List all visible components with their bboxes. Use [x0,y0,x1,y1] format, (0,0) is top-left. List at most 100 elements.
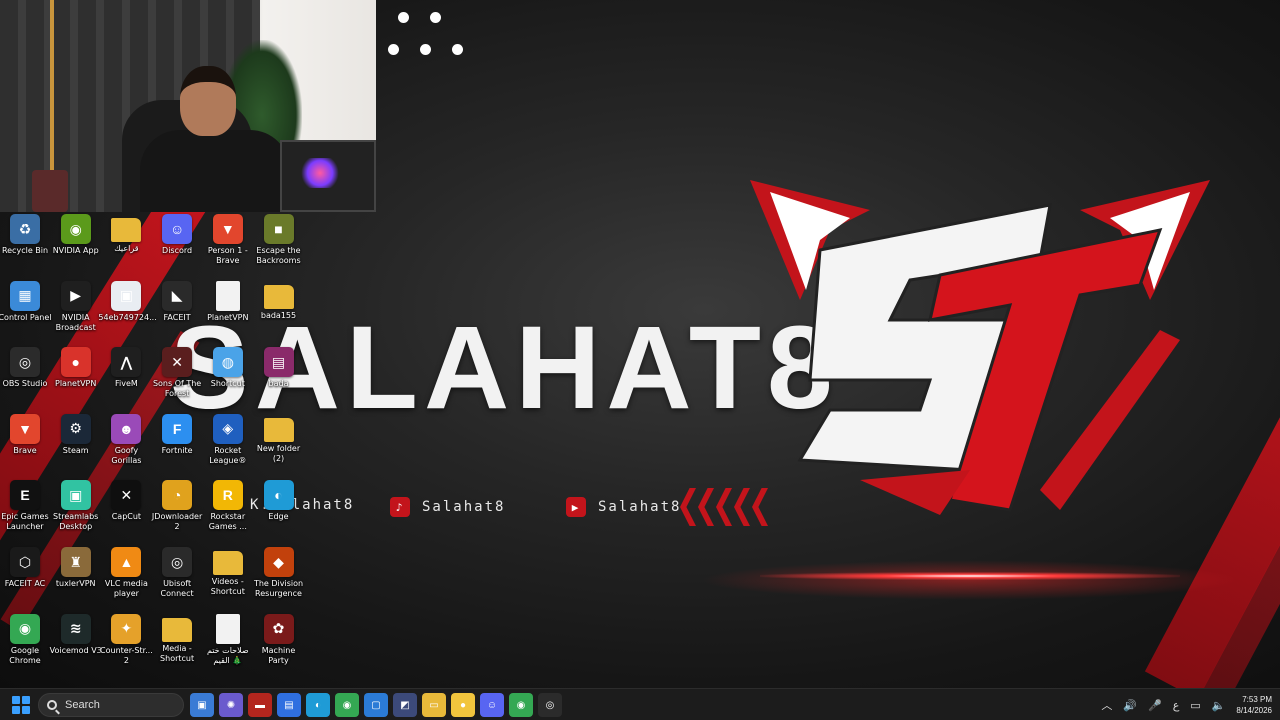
desktop-icon[interactable]: ✿ Machine Party [254,612,304,676]
desktop-icon-label: Voicemod V3 [49,645,102,655]
widgets-icon[interactable]: ▣ [190,693,214,717]
desktop-icon-label: Counter-Str... 2 [100,645,153,665]
app-icon[interactable]: ◩ [393,693,417,717]
desktop-icon[interactable]: ◎ OBS Studio [0,345,50,409]
document-icon [215,280,240,311]
desktop-icon[interactable]: Media - Shortcut [152,612,202,676]
desktop-icon[interactable]: ● PlanetVPN [51,345,101,409]
desktop-icon[interactable]: ◆ The Division Resurgence [254,545,304,609]
desktop-icon-label: FiveM [114,379,138,389]
taskbar-clock[interactable]: 7:53 PM 8/14/2026 [1236,694,1272,716]
wallpaper-dots [384,10,474,62]
discord-icon: ☺ [162,214,193,244]
document-icon [215,613,240,644]
nvidia-icon: ◉ [60,214,91,244]
winrar-icon: ▤ [263,347,294,378]
desktop-icon[interactable]: Videos - Shortcut [203,545,253,609]
desktop-icon[interactable]: ✕ Sons Of The Forest [152,345,202,409]
obs-taskbar-icon[interactable]: ◎ [538,693,562,717]
desktop-icon-label: PlanetVPN [55,379,97,389]
game-icon: ◆ [263,547,294,577]
file-explorer-icon[interactable]: ▭ [422,693,446,717]
desktop-icon[interactable]: ▲ VLC media player [101,545,151,609]
desktop-icon[interactable]: E Epic Games Launcher [0,478,50,542]
desktop-icon[interactable]: ◎ Ubisoft Connect [152,545,202,609]
voicemod-taskbar-icon[interactable]: ▬ [248,693,272,717]
start-button[interactable] [12,696,30,714]
desktop-icon[interactable]: R Rockstar Games ... [203,478,253,542]
copilot-icon[interactable]: ✺ [219,693,243,717]
yellow-app-icon[interactable]: ● [451,693,475,717]
game-icon: ✿ [263,613,294,644]
ubisoft-icon: ◎ [162,547,193,577]
social-handle-text: Salahat8 [422,499,506,515]
faceit-icon: ◣ [162,280,193,311]
desktop-icon[interactable]: ◈ Rocket League® [203,412,253,476]
volume-icon[interactable]: 🔈 [1212,699,1226,712]
desktop-icon[interactable]: ▶ NVIDIA Broadcast [51,279,101,343]
system-tray: ︿ 🔊 🎤 ع ▭ 🔈 7:53 PM 8/14/2026 [1101,689,1272,720]
desktop-icon[interactable]: ⚙ Steam [51,412,101,476]
desktop-icon[interactable]: ▼ Brave [0,412,50,476]
desktop-icon[interactable]: ▤ bada [254,345,304,409]
desktop-icon[interactable]: ▣ Streamlabs Desktop [51,478,101,542]
desktop-icon[interactable]: ◉ Google Chrome [0,612,50,676]
network-icon[interactable]: ▭ [1190,699,1200,712]
desktop-icon[interactable]: ✦ Counter-Str... 2 [100,612,153,676]
desktop-icon[interactable]: قراعيك [101,212,151,276]
desktop-icon[interactable]: bada155 [254,279,304,343]
search-icon [47,700,57,710]
chrome-taskbar-icon-2[interactable]: ◉ [509,693,533,717]
desktop-icon[interactable]: F Fortnite [152,412,202,476]
desktop-icon[interactable]: ☻ Goofy Gorillas [101,412,151,476]
social-handle-text: Salahat8 [598,499,682,515]
language-indicator[interactable]: ع [1173,699,1180,712]
folder-icon [263,417,294,442]
brave-icon: ▼ [212,214,243,244]
shortcut-icon: ◍ [212,347,243,378]
desktop-icon-label: FACEIT [163,312,191,322]
edge-taskbar-icon[interactable]: ◐ [306,693,330,717]
desktop-icon-label: CapCut [111,512,142,522]
desktop-icon[interactable]: ◍ Shortcut [203,345,253,409]
desktop-icon-label: Media - Shortcut [160,643,195,663]
desktop-icon-label: Escape the Backrooms [256,246,301,265]
desktop-icon[interactable]: New folder (2) [254,412,304,476]
desktop-icon[interactable]: PlanetVPN [203,279,253,343]
desktop-icon[interactable]: ▣ 54eb749724... [98,279,157,343]
desktop-icon[interactable]: صلاحات ختم القيم 🎄 [203,612,253,676]
desktop-icon-label: tuxlerVPN [55,579,96,588]
desktop-icon[interactable]: ⋀ FiveM [101,345,151,409]
desktop-icon-label: bada155 [260,310,297,320]
desktop-icon[interactable]: ⬡ FACEIT AC [0,545,50,609]
desktop-icon[interactable]: ◔ JDownloader 2 [152,478,202,542]
wallpaper-social-youtube: ▶ Salahat8 [566,497,681,517]
speaker-icon[interactable]: 🔊 [1123,699,1137,712]
desktop-icon[interactable]: ▦ Control Panel [0,279,52,343]
vlc-icon: ▲ [111,547,142,577]
discord-taskbar-icon[interactable]: ☺ [480,693,504,717]
taskbar-search[interactable]: Search [38,693,184,717]
desktop-icon[interactable]: ☺ Discord [152,212,202,276]
chevron-up-icon[interactable]: ︿ [1101,697,1112,713]
steam-icon: ⚙ [60,413,91,444]
desktop-icon[interactable]: ▼ Person 1 - Brave [203,212,253,276]
window-icon[interactable]: ▢ [364,693,388,717]
desktop-icon[interactable]: ♻ Recycle Bin [0,212,50,276]
game-icon: ✕ [162,347,193,378]
jdownloader-icon: ◔ [162,480,193,511]
taskbar: Search ▣ ✺ ▬ ▤ ◐ ◉ ▢ ◩ ▭ ● ☺ ◉ ◎ ︿ 🔊 🎤 ع ▭ 🔈 7:53 PM… [0,688,1280,720]
faceit-ac-icon: ⬡ [10,547,40,577]
desktop-icon[interactable]: ✕ CapCut [101,478,151,542]
desktop-icon[interactable]: ♜ tuxlerVPN [51,545,101,609]
tiktok-icon: ♪ [390,497,410,517]
microphone-icon[interactable]: 🎤 [1148,699,1162,712]
desktop-icon[interactable]: ≋ Voicemod V3 [49,612,102,676]
desktop-icon-label: New folder (2) [256,443,301,463]
desktop-icon[interactable]: ◉ NVIDIA App [51,212,101,276]
desktop-icon[interactable]: ◣ FACEIT [152,279,202,343]
store-icon[interactable]: ▤ [277,693,301,717]
desktop-icon[interactable]: ◐ Edge [254,478,304,542]
desktop-icon[interactable]: ■ Escape the Backrooms [254,212,304,276]
chrome-taskbar-icon[interactable]: ◉ [335,693,359,717]
